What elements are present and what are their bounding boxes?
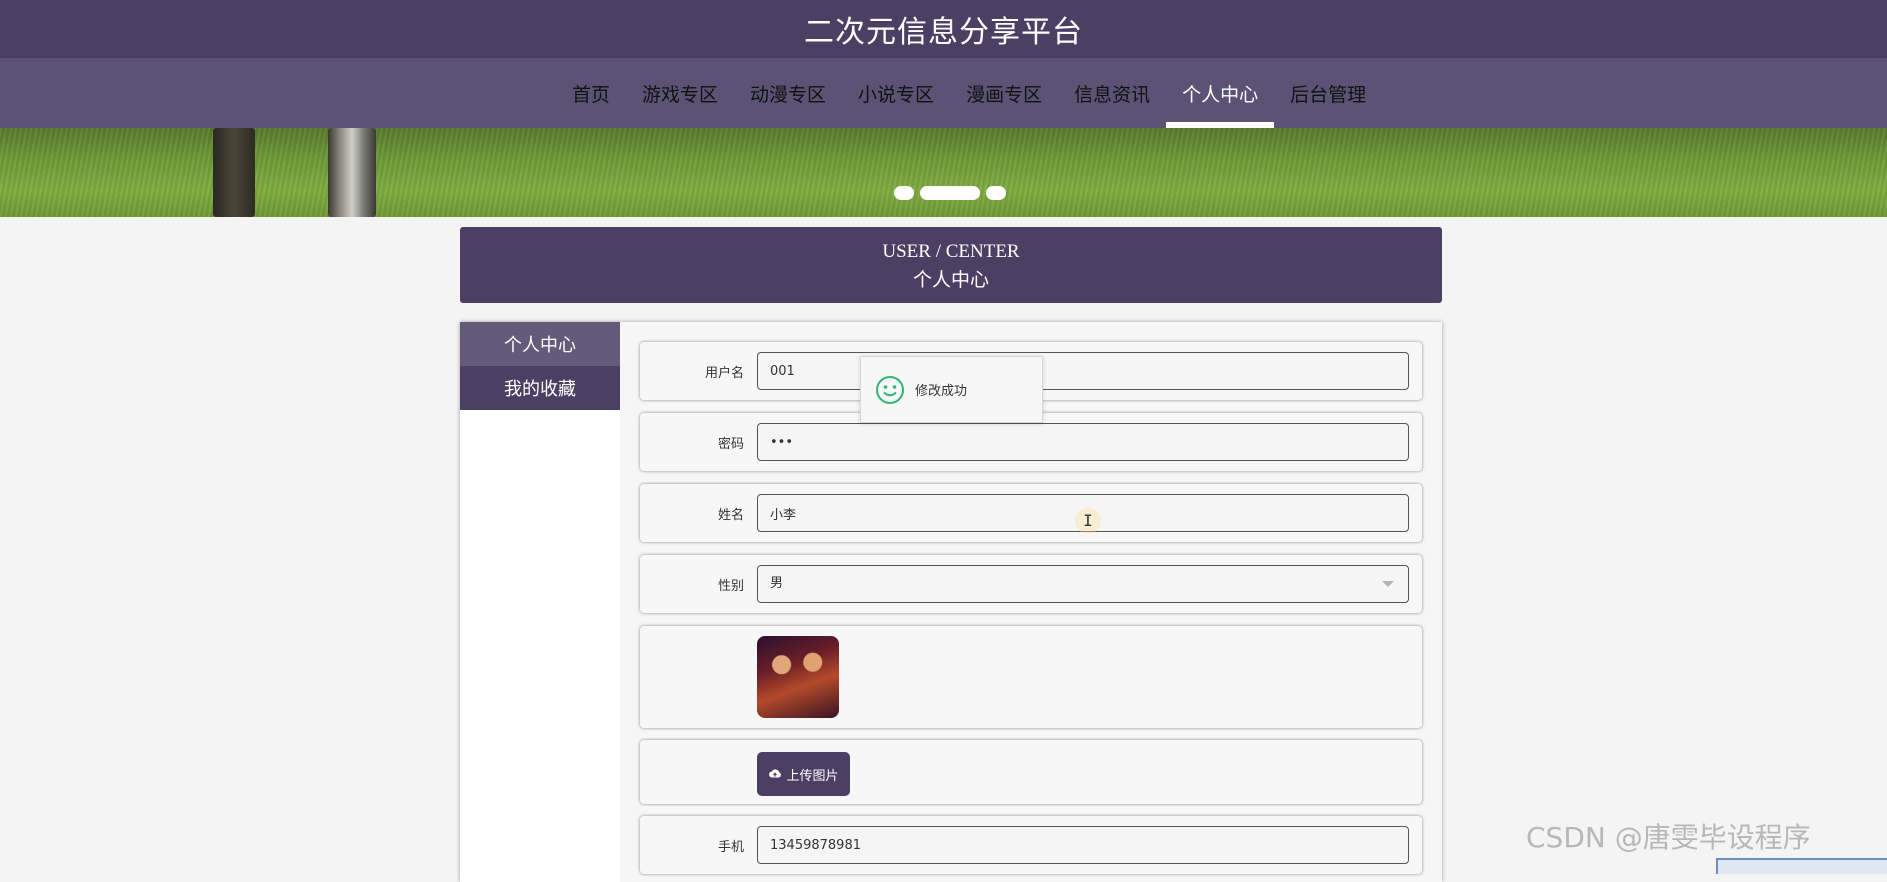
gender-selected-value: 男: [770, 576, 784, 591]
form-row-avatar: [640, 626, 1422, 728]
form-row-phone: 手机: [640, 816, 1422, 874]
password-label: 密码: [717, 437, 744, 452]
avatar-image: [757, 636, 839, 718]
form-row-upload: 上传图片: [640, 740, 1422, 804]
success-toast: 修改成功: [860, 356, 1043, 423]
username-label: 用户名: [704, 366, 744, 381]
carousel-dot[interactable]: [894, 186, 914, 200]
carousel-indicators: [894, 186, 1006, 200]
smile-icon: [876, 375, 904, 404]
username-input[interactable]: [757, 352, 1409, 390]
form-row-gender: 性别 男: [640, 555, 1422, 613]
nav-item-admin[interactable]: 后台管理: [1274, 58, 1382, 128]
nav-item-comics[interactable]: 漫画专区: [950, 58, 1058, 128]
nav-item-news[interactable]: 信息资讯: [1058, 58, 1166, 128]
phone-input[interactable]: [757, 826, 1409, 864]
upload-image-button[interactable]: 上传图片: [757, 752, 850, 796]
name-label: 姓名: [717, 508, 744, 523]
nav-item-user-center[interactable]: 个人中心: [1166, 58, 1275, 128]
phone-label: 手机: [717, 840, 744, 855]
watermark: CSDN @唐雯毕设程序: [1526, 821, 1811, 854]
banner-birch-trunk: [328, 128, 376, 217]
nav-item-novels[interactable]: 小说专区: [842, 58, 950, 128]
form-row-name: 姓名: [640, 484, 1422, 542]
upload-button-label: 上传图片: [786, 768, 839, 784]
section-title-en: USER / CENTER: [882, 241, 1020, 262]
toast-message: 修改成功: [915, 384, 968, 399]
banner-tree-trunk: [213, 128, 255, 217]
sidebar-item-favorites[interactable]: 我的收藏: [460, 366, 620, 410]
sidebar-item-user-center[interactable]: 个人中心: [460, 322, 620, 366]
carousel-dot-active[interactable]: [920, 186, 980, 200]
nav-item-home[interactable]: 首页: [556, 58, 626, 128]
nav-item-games[interactable]: 游戏专区: [626, 58, 734, 128]
gender-select[interactable]: 男: [757, 565, 1409, 603]
carousel-dot[interactable]: [986, 186, 1006, 200]
sidebar: 个人中心 我的收藏: [460, 322, 620, 882]
section-title-cn: 个人中心: [912, 270, 989, 291]
text-cursor-icon: I: [1075, 508, 1101, 534]
site-title: 二次元信息分享平台: [804, 15, 1083, 50]
password-input[interactable]: [757, 423, 1409, 461]
site-header: 二次元信息分享平台: [0, 0, 1887, 58]
nav-item-anime[interactable]: 动漫专区: [734, 58, 842, 128]
main-nav: 首页 游戏专区 动漫专区 小说专区 漫画专区 信息资讯 个人中心 后台管理: [0, 58, 1887, 128]
section-title-box: USER / CENTER 个人中心: [460, 227, 1442, 303]
gender-label: 性别: [717, 579, 744, 594]
cloud-upload-icon: [769, 769, 782, 778]
chevron-down-icon: [1382, 581, 1394, 587]
banner-carousel: [0, 128, 1887, 217]
